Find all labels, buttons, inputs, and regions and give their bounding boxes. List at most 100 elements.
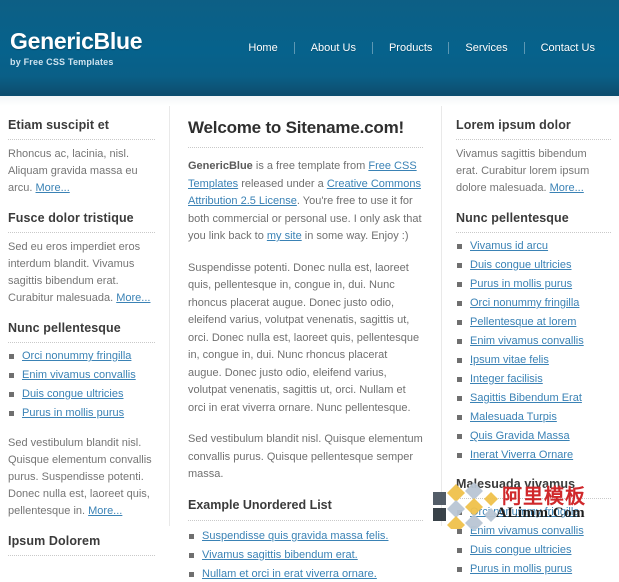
square-bullet-icon [9,411,14,416]
list-item-link[interactable]: Duis congue ultricies [22,388,124,400]
list-item-link[interactable]: Purus in mollis purus [22,407,124,419]
paragraph-text: in some way. Enjoy :) [301,230,409,242]
list-item: Orci nonummy fringilla [456,505,611,520]
nav-item-contact-us[interactable]: Contact Us [525,42,611,54]
content-unordered-list: Suspendisse quis gravida massa felis. Vi… [188,529,423,582]
nav-item-home[interactable]: Home [232,42,293,54]
content-paragraph-2: Suspendisse potenti. Donec nulla est, la… [188,261,420,414]
logo-title: GenericBlue [10,28,143,54]
square-bullet-icon [9,373,14,378]
sidebar-left-heading-etiam: Etiam suscipit et [8,118,155,140]
list-item: Nullam et orci in erat viverra ornare. [188,567,423,582]
right-sidebar: Lorem ipsum dolor Vivamus sagittis biben… [441,96,619,575]
square-bullet-icon [457,510,462,515]
list-item-link[interactable]: Inerat Viverra Ornare [470,449,573,461]
my-site-link[interactable]: my site [267,230,302,242]
brand-name: GenericBlue [188,160,253,172]
list-item: Orci nonummy fringilla [456,296,611,311]
list-item-link[interactable]: Suspendisse quis gravida massa felis. [202,530,388,542]
list-item: Suspendisse quis gravida massa felis. [188,529,423,544]
square-bullet-icon [9,354,14,359]
list-item: Integer facilisis [456,372,611,387]
list-item-link[interactable]: Orci nonummy fringilla [470,297,579,309]
list-item: Duis congue ultricies [456,543,611,558]
square-bullet-icon [457,263,462,268]
square-bullet-icon [457,320,462,325]
site-header: GenericBlue by Free CSS Templates Home A… [0,0,619,96]
page-title: Welcome to Sitename.com! [188,118,423,148]
square-bullet-icon [457,358,462,363]
list-item-link[interactable]: Vivamus id arcu [470,240,548,252]
list-item-link[interactable]: Enim vivamus convallis [470,335,584,347]
square-bullet-icon [457,529,462,534]
list-item: Quis Gravida Massa [456,429,611,444]
list-item-link[interactable]: Purus in mollis purus [470,278,572,290]
more-link[interactable]: More... [88,505,122,517]
more-link[interactable]: More... [36,182,70,194]
sidebar-right-heading-lorem: Lorem ipsum dolor [456,118,611,140]
square-bullet-icon [457,415,462,420]
nav-item-about-us[interactable]: About Us [295,42,372,54]
more-link[interactable]: More... [550,182,584,194]
page-body: Etiam suscipit et Rhoncus ac, lacinia, n… [0,96,619,580]
list-item: Ipsum vitae felis [456,353,611,368]
list-item-link[interactable]: Pellentesque at lorem [470,316,576,328]
square-bullet-icon [189,571,194,577]
list-item-link[interactable]: Purus in mollis purus [470,563,572,575]
list-item-link[interactable]: Integer facilisis [470,373,543,385]
list-item-link[interactable]: Sagittis Bibendum Erat [470,392,582,404]
square-bullet-icon [189,533,194,539]
sidebar-right-paragraph-lorem: Vivamus sagittis bibendum erat. Curabitu… [456,146,611,197]
square-bullet-icon [457,567,462,572]
list-item-link[interactable]: Duis congue ultricies [470,259,572,271]
list-item: Purus in mollis purus [8,406,155,421]
square-bullet-icon [457,301,462,306]
list-item-link[interactable]: Duis congue ultricies [470,544,572,556]
square-bullet-icon [457,434,462,439]
sidebar-left-paragraph-nunc: Sed vestibulum blandit nisl. Quisque ele… [8,435,155,520]
list-item: Inerat Viverra Ornare [456,448,611,463]
sidebar-left-link-list: Orci nonummy fringilla Enim vivamus conv… [8,349,155,421]
list-item: Purus in mollis purus [456,562,611,577]
sidebar-left-paragraph-etiam: Rhoncus ac, lacinia, nisl. Aliquam gravi… [8,146,155,197]
square-bullet-icon [189,552,194,558]
list-item-link[interactable]: Ipsum vitae felis [470,354,549,366]
nav-item-services[interactable]: Services [449,42,523,54]
list-item-link[interactable]: Enim vivamus convallis [22,369,136,381]
sidebar-right-link-list-2: Orci nonummy fringilla Enim vivamus conv… [456,505,611,577]
list-item-link[interactable]: Enim vivamus convallis [470,525,584,537]
list-item-link[interactable]: Orci nonummy fringilla [470,506,579,518]
square-bullet-icon [457,339,462,344]
main-content: Welcome to Sitename.com! GenericBlue is … [170,96,441,580]
paragraph-text: is a free template from [252,160,369,172]
sidebar-left-paragraph-fusce: Sed eu eros imperdiet eros interdum blan… [8,239,155,307]
square-bullet-icon [9,392,14,397]
list-item-link[interactable]: Vivamus sagittis bibendum erat. [202,549,358,561]
paragraph-text: Sed vestibulum blandit nisl. Quisque ele… [8,437,152,517]
sidebar-left-heading-nunc: Nunc pellentesque [8,321,155,343]
list-item: Orci nonummy fringilla [8,349,155,364]
list-item: Enim vivamus convallis [456,524,611,539]
list-item: Vivamus id arcu [456,239,611,254]
nav-item-products[interactable]: Products [373,42,448,54]
main-navigation: Home About Us Products Services Contact … [232,42,611,54]
square-bullet-icon [457,548,462,553]
more-link[interactable]: More... [116,292,150,304]
sidebar-right-link-list: Vivamus id arcu Duis congue ultricies Pu… [456,239,611,463]
list-item: Enim vivamus convallis [8,368,155,383]
content-intro-paragraph: GenericBlue is a free template from Free… [188,158,423,246]
list-item: Purus in mollis purus [456,277,611,292]
sidebar-right-heading-nunc: Nunc pellentesque [456,211,611,233]
list-item-link[interactable]: Quis Gravida Massa [470,430,570,442]
list-item: Enim vivamus convallis [456,334,611,349]
list-item-link[interactable]: Orci nonummy fringilla [22,350,131,362]
square-bullet-icon [457,244,462,249]
paragraph-text: released under a [238,177,327,190]
list-item: Duis congue ultricies [456,258,611,273]
site-logo[interactable]: GenericBlue by Free CSS Templates [10,28,143,68]
list-item: Sagittis Bibendum Erat [456,391,611,406]
list-item-link[interactable]: Nullam et orci in erat viverra ornare. [202,568,377,580]
left-sidebar: Etiam suscipit et Rhoncus ac, lacinia, n… [0,96,170,556]
list-item-link[interactable]: Malesuada Turpis [470,411,557,423]
paragraph-text: Rhoncus ac, lacinia, nisl. Aliquam gravi… [8,148,138,194]
